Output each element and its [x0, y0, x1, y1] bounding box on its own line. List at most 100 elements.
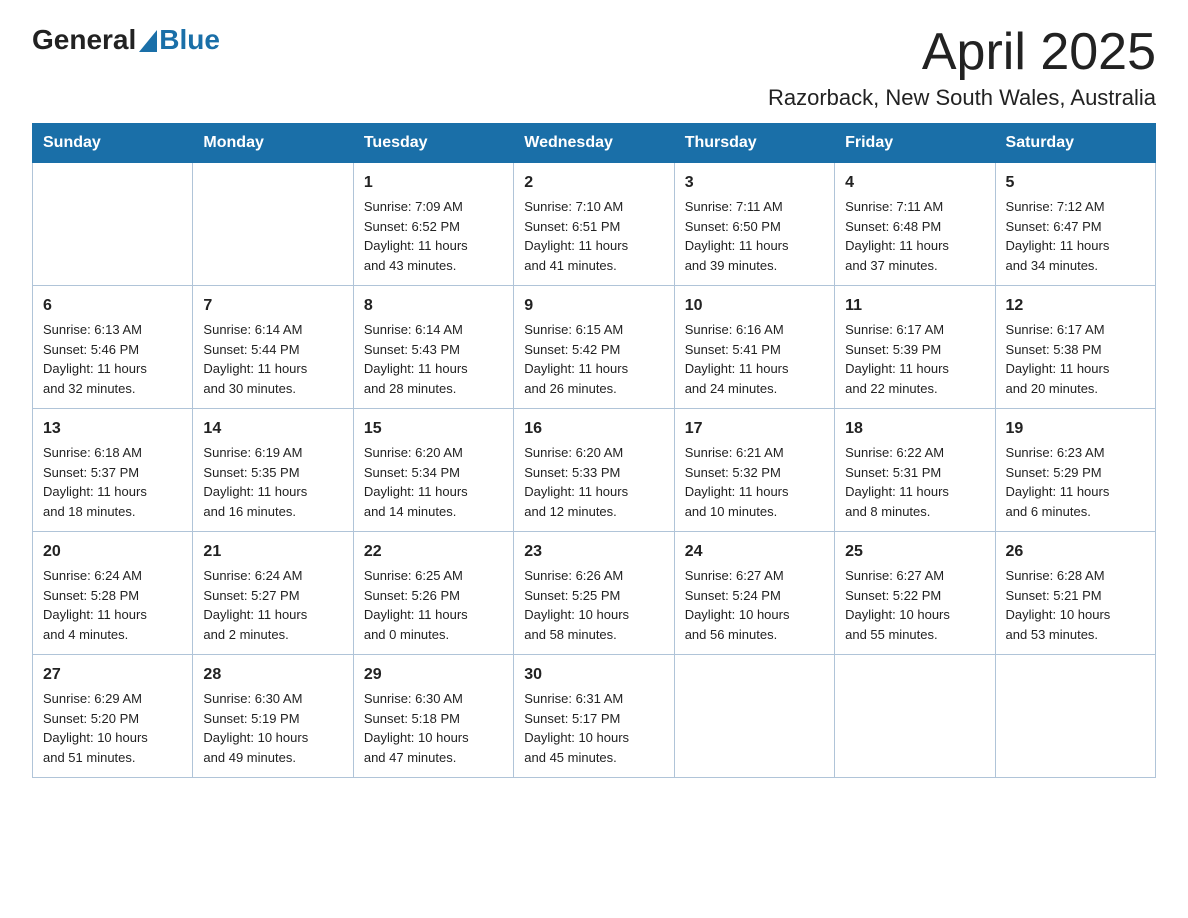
logo-general-text: General	[32, 24, 136, 56]
calendar-week-row: 13Sunrise: 6:18 AMSunset: 5:37 PMDayligh…	[33, 409, 1156, 532]
daylight-line1: Daylight: 10 hours	[203, 728, 342, 748]
daylight-line1: Daylight: 11 hours	[43, 359, 182, 379]
calendar-day-cell	[33, 163, 193, 286]
calendar-day-cell: 13Sunrise: 6:18 AMSunset: 5:37 PMDayligh…	[33, 409, 193, 532]
daylight-line2: and 6 minutes.	[1006, 502, 1145, 522]
daylight-line1: Daylight: 11 hours	[1006, 236, 1145, 256]
daylight-line1: Daylight: 10 hours	[364, 728, 503, 748]
sunrise-text: Sunrise: 6:21 AM	[685, 443, 824, 463]
calendar-day-cell: 4Sunrise: 7:11 AMSunset: 6:48 PMDaylight…	[835, 163, 995, 286]
calendar-day-cell: 17Sunrise: 6:21 AMSunset: 5:32 PMDayligh…	[674, 409, 834, 532]
calendar-day-cell: 18Sunrise: 6:22 AMSunset: 5:31 PMDayligh…	[835, 409, 995, 532]
daylight-line2: and 43 minutes.	[364, 256, 503, 276]
daylight-line1: Daylight: 11 hours	[364, 605, 503, 625]
daylight-line1: Daylight: 11 hours	[685, 359, 824, 379]
daylight-line2: and 16 minutes.	[203, 502, 342, 522]
sunset-text: Sunset: 5:27 PM	[203, 586, 342, 606]
daylight-line1: Daylight: 11 hours	[524, 359, 663, 379]
day-number: 5	[1006, 171, 1145, 195]
daylight-line1: Daylight: 11 hours	[203, 359, 342, 379]
calendar-week-row: 27Sunrise: 6:29 AMSunset: 5:20 PMDayligh…	[33, 655, 1156, 778]
daylight-line1: Daylight: 11 hours	[364, 482, 503, 502]
calendar-day-cell: 2Sunrise: 7:10 AMSunset: 6:51 PMDaylight…	[514, 163, 674, 286]
sunrise-text: Sunrise: 6:25 AM	[364, 566, 503, 586]
daylight-line2: and 26 minutes.	[524, 379, 663, 399]
calendar-day-cell: 7Sunrise: 6:14 AMSunset: 5:44 PMDaylight…	[193, 286, 353, 409]
daylight-line2: and 56 minutes.	[685, 625, 824, 645]
day-number: 6	[43, 294, 182, 318]
daylight-line2: and 37 minutes.	[845, 256, 984, 276]
page-header: General Blue April 2025 Razorback, New S…	[32, 24, 1156, 111]
daylight-line1: Daylight: 11 hours	[845, 359, 984, 379]
daylight-line2: and 22 minutes.	[845, 379, 984, 399]
day-number: 27	[43, 663, 182, 687]
logo: General Blue	[32, 24, 220, 56]
daylight-line1: Daylight: 11 hours	[203, 605, 342, 625]
sunrise-text: Sunrise: 6:23 AM	[1006, 443, 1145, 463]
sunset-text: Sunset: 5:33 PM	[524, 463, 663, 483]
daylight-line1: Daylight: 10 hours	[524, 605, 663, 625]
sunset-text: Sunset: 5:26 PM	[364, 586, 503, 606]
daylight-line2: and 41 minutes.	[524, 256, 663, 276]
calendar-day-cell: 16Sunrise: 6:20 AMSunset: 5:33 PMDayligh…	[514, 409, 674, 532]
daylight-line1: Daylight: 11 hours	[524, 236, 663, 256]
sunrise-text: Sunrise: 6:28 AM	[1006, 566, 1145, 586]
col-wednesday: Wednesday	[514, 124, 674, 163]
daylight-line2: and 53 minutes.	[1006, 625, 1145, 645]
day-number: 1	[364, 171, 503, 195]
day-number: 16	[524, 417, 663, 441]
sunset-text: Sunset: 5:19 PM	[203, 709, 342, 729]
calendar-day-cell: 6Sunrise: 6:13 AMSunset: 5:46 PMDaylight…	[33, 286, 193, 409]
day-number: 3	[685, 171, 824, 195]
daylight-line2: and 39 minutes.	[685, 256, 824, 276]
day-number: 15	[364, 417, 503, 441]
day-number: 13	[43, 417, 182, 441]
calendar-day-cell: 30Sunrise: 6:31 AMSunset: 5:17 PMDayligh…	[514, 655, 674, 778]
sunrise-text: Sunrise: 7:12 AM	[1006, 197, 1145, 217]
calendar-day-cell: 14Sunrise: 6:19 AMSunset: 5:35 PMDayligh…	[193, 409, 353, 532]
location-title: Razorback, New South Wales, Australia	[768, 85, 1156, 111]
month-title: April 2025	[768, 24, 1156, 81]
sunrise-text: Sunrise: 6:22 AM	[845, 443, 984, 463]
sunset-text: Sunset: 5:43 PM	[364, 340, 503, 360]
calendar-header-row: Sunday Monday Tuesday Wednesday Thursday…	[33, 124, 1156, 163]
daylight-line1: Daylight: 10 hours	[845, 605, 984, 625]
sunrise-text: Sunrise: 6:26 AM	[524, 566, 663, 586]
sunset-text: Sunset: 5:28 PM	[43, 586, 182, 606]
sunrise-text: Sunrise: 7:11 AM	[845, 197, 984, 217]
day-number: 26	[1006, 540, 1145, 564]
calendar-day-cell: 24Sunrise: 6:27 AMSunset: 5:24 PMDayligh…	[674, 532, 834, 655]
sunset-text: Sunset: 5:32 PM	[685, 463, 824, 483]
day-number: 23	[524, 540, 663, 564]
daylight-line2: and 0 minutes.	[364, 625, 503, 645]
sunrise-text: Sunrise: 6:14 AM	[203, 320, 342, 340]
sunset-text: Sunset: 5:22 PM	[845, 586, 984, 606]
calendar-day-cell: 27Sunrise: 6:29 AMSunset: 5:20 PMDayligh…	[33, 655, 193, 778]
day-number: 19	[1006, 417, 1145, 441]
calendar-day-cell: 15Sunrise: 6:20 AMSunset: 5:34 PMDayligh…	[353, 409, 513, 532]
sunset-text: Sunset: 5:46 PM	[43, 340, 182, 360]
day-number: 10	[685, 294, 824, 318]
sunset-text: Sunset: 5:31 PM	[845, 463, 984, 483]
col-friday: Friday	[835, 124, 995, 163]
daylight-line2: and 20 minutes.	[1006, 379, 1145, 399]
calendar-day-cell: 22Sunrise: 6:25 AMSunset: 5:26 PMDayligh…	[353, 532, 513, 655]
sunset-text: Sunset: 5:39 PM	[845, 340, 984, 360]
calendar-day-cell: 26Sunrise: 6:28 AMSunset: 5:21 PMDayligh…	[995, 532, 1155, 655]
calendar-day-cell: 5Sunrise: 7:12 AMSunset: 6:47 PMDaylight…	[995, 163, 1155, 286]
sunset-text: Sunset: 5:38 PM	[1006, 340, 1145, 360]
sunrise-text: Sunrise: 7:10 AM	[524, 197, 663, 217]
sunrise-text: Sunrise: 6:18 AM	[43, 443, 182, 463]
calendar-day-cell: 9Sunrise: 6:15 AMSunset: 5:42 PMDaylight…	[514, 286, 674, 409]
sunrise-text: Sunrise: 6:19 AM	[203, 443, 342, 463]
sunrise-text: Sunrise: 6:30 AM	[364, 689, 503, 709]
day-number: 20	[43, 540, 182, 564]
calendar-day-cell	[835, 655, 995, 778]
sunset-text: Sunset: 5:17 PM	[524, 709, 663, 729]
calendar-day-cell: 21Sunrise: 6:24 AMSunset: 5:27 PMDayligh…	[193, 532, 353, 655]
calendar-day-cell: 23Sunrise: 6:26 AMSunset: 5:25 PMDayligh…	[514, 532, 674, 655]
daylight-line1: Daylight: 11 hours	[845, 482, 984, 502]
calendar-day-cell: 12Sunrise: 6:17 AMSunset: 5:38 PMDayligh…	[995, 286, 1155, 409]
daylight-line1: Daylight: 11 hours	[524, 482, 663, 502]
sunset-text: Sunset: 6:51 PM	[524, 217, 663, 237]
